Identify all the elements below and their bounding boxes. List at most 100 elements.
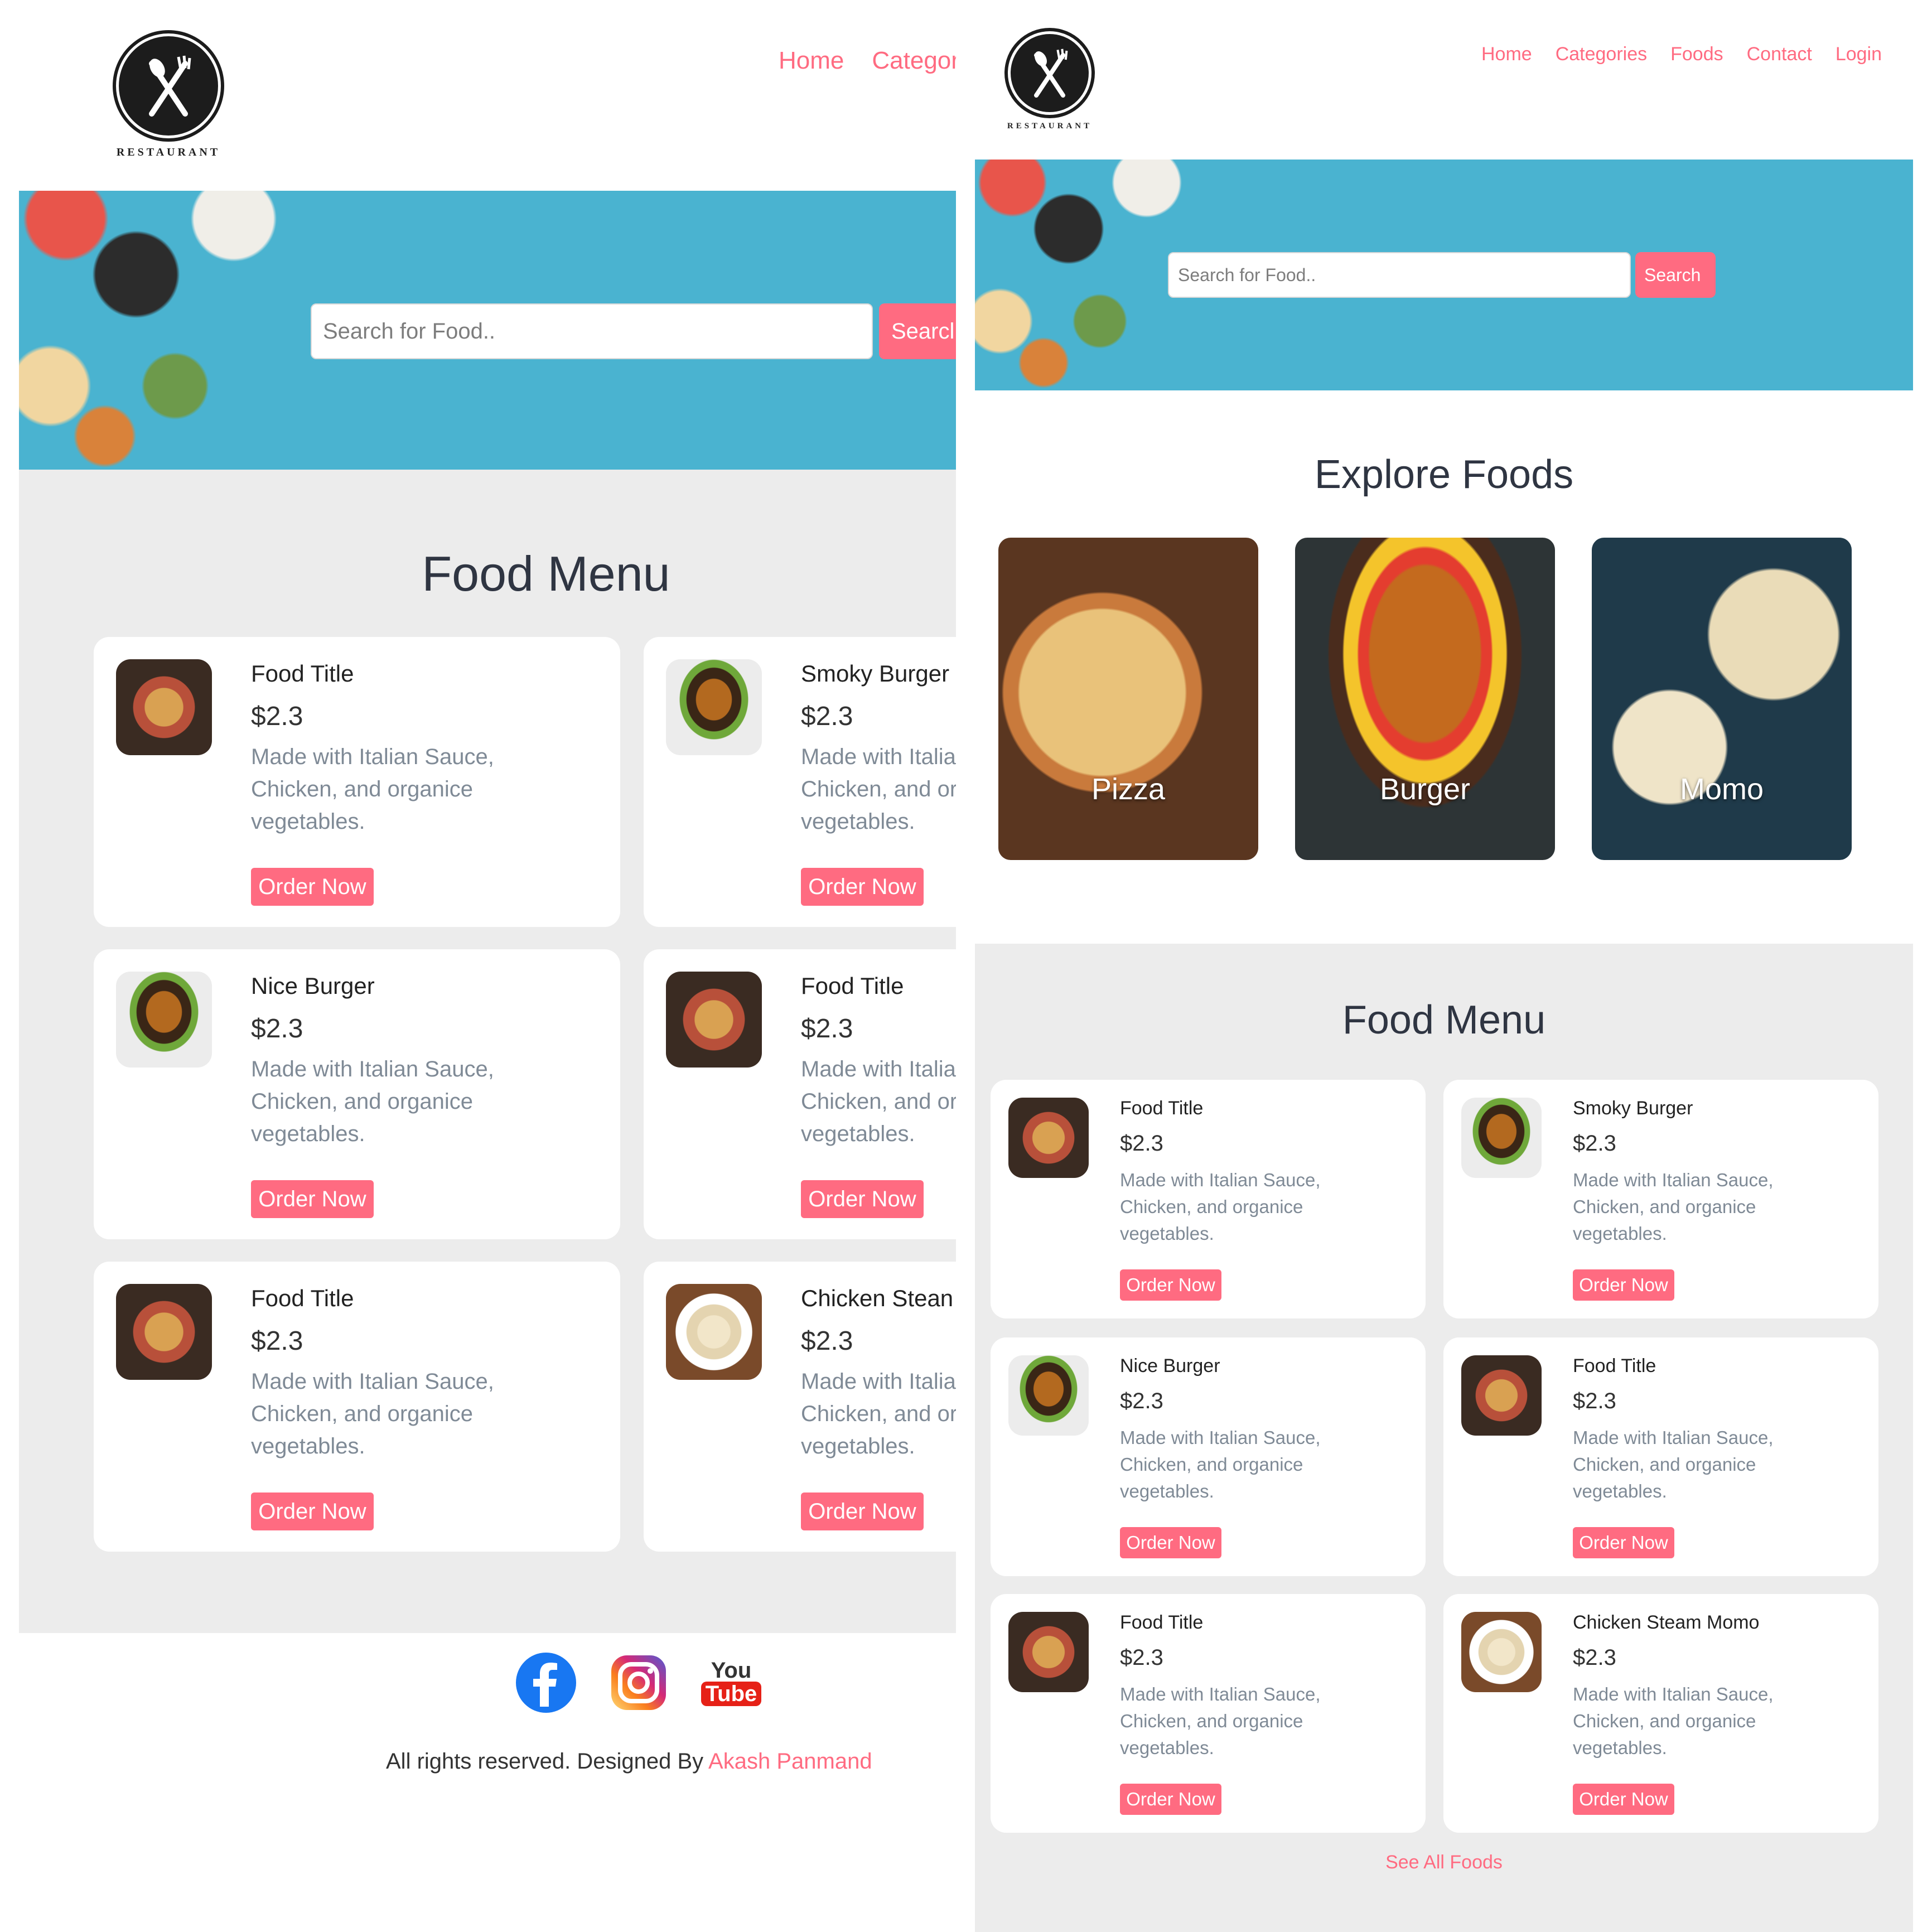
explore-foods-title: Explore Foods	[1314, 452, 1574, 497]
fork-knife-icon	[1008, 31, 1091, 115]
order-now-button[interactable]: Order Now	[251, 1180, 374, 1218]
food-card: Nice Burger $2.3 Made with Italian Sauce…	[991, 1337, 1426, 1576]
fork-knife-icon	[116, 33, 221, 138]
author-link[interactable]: Akash Panmand	[708, 1749, 872, 1774]
search-input[interactable]: Search for Food..	[1168, 252, 1631, 298]
food-price: $2.3	[1573, 1389, 1616, 1413]
food-card: Nice Burger $2.3 Made with Italian Sauce…	[94, 949, 620, 1239]
mobile-view-panel: RESTAURANT Home Categor Search for Food.…	[19, 0, 956, 1932]
food-title: Food Title	[1120, 1098, 1204, 1119]
order-now-button[interactable]: Order Now	[1120, 1269, 1221, 1301]
facebook-icon[interactable]	[515, 1652, 577, 1713]
hero-banner: Search for Food.. Search	[975, 160, 1913, 390]
food-price: $2.3	[1573, 1131, 1616, 1156]
food-card: Food Title $2.3 Made with Italian Sauce,…	[991, 1594, 1426, 1833]
food-card: Chicken Stean $2.3 Made with Italian Sau…	[644, 1262, 956, 1552]
food-image	[116, 659, 212, 755]
food-image	[1461, 1098, 1542, 1178]
copyright-text: All rights reserved. Designed By Akash P…	[386, 1749, 872, 1774]
logo-text: RESTAURANT	[1007, 122, 1093, 131]
food-card: Smoky Burger $2.3 Made with Italian Sauc…	[1443, 1080, 1878, 1318]
food-title: Chicken Stean	[801, 1285, 954, 1311]
food-image	[1008, 1098, 1089, 1178]
category-card-momo[interactable]: Momo	[1592, 538, 1852, 860]
food-image	[116, 1284, 212, 1380]
explore-foods-section: Explore Foods Pizza Burger Momo	[975, 390, 1913, 944]
food-title: Nice Burger	[1120, 1355, 1220, 1376]
food-image	[1461, 1612, 1542, 1692]
desktop-view-panel: RESTAURANT Home Categories Foods Contact…	[975, 0, 1913, 1932]
instagram-icon[interactable]	[608, 1652, 669, 1713]
nav-login[interactable]: Login	[1836, 44, 1882, 65]
food-card: Food Title $2.3 Made with Italian Sauce,…	[1443, 1337, 1878, 1576]
food-description: Made with Italian Sauce, Chicken, and or…	[1573, 1427, 1774, 1501]
food-description: Made with Italian Sauce, Chicken, and or…	[1573, 1170, 1774, 1244]
order-now-button[interactable]: Order Now	[1120, 1784, 1221, 1815]
food-card: Food Title $2.3 Made with Italian Sauce,…	[644, 949, 956, 1239]
food-description: Made with Italian Sauce, Chicken, and or…	[1120, 1170, 1321, 1244]
food-description: Made with Italian Sauce, Chicken, and or…	[1573, 1684, 1774, 1758]
search-button[interactable]: Searcl	[879, 303, 956, 359]
footer: You Tube All rights reserved. Designed B…	[19, 1633, 956, 1932]
food-card: Food Title $2.3 Made with Italian Sauce,…	[94, 1262, 620, 1552]
food-image	[1461, 1355, 1542, 1436]
food-title: Food Title	[251, 1285, 354, 1311]
youtube-tube-text: Tube	[701, 1682, 762, 1706]
restaurant-logo[interactable]: RESTAURANT	[1005, 31, 1094, 131]
see-all-foods-link[interactable]: See All Foods	[975, 1852, 1913, 1873]
nav-home[interactable]: Home	[779, 47, 844, 75]
food-price: $2.3	[251, 702, 303, 731]
order-now-button[interactable]: Order Now	[801, 1180, 924, 1218]
food-price: $2.3	[251, 1326, 303, 1356]
restaurant-logo[interactable]: RESTAURANT	[113, 33, 224, 159]
search-button[interactable]: Search	[1635, 252, 1716, 298]
food-image	[1008, 1612, 1089, 1692]
category-card-burger[interactable]: Burger	[1295, 538, 1555, 860]
food-title: Food Title	[801, 973, 904, 999]
food-description: Made with Italian Sauce, Chicken, and or…	[251, 745, 494, 834]
order-now-button[interactable]: Order Now	[251, 1493, 374, 1530]
food-card: Food Title $2.3 Made with Italian Sauce,…	[991, 1080, 1426, 1318]
food-description: Made with Italian Sauce, Chicken, and or…	[1120, 1427, 1321, 1501]
order-now-button[interactable]: Order Now	[1573, 1269, 1674, 1301]
food-card: Smoky Burger $2.3 Made with Italian Sauc…	[644, 637, 956, 927]
food-menu-section: Food Menu Food Title $2.3 Made with Ital…	[19, 470, 956, 1633]
top-nav: Home Categories Foods Contact Login	[1481, 44, 1882, 65]
food-description: Made with Italian Sauce, Chicken, and or…	[251, 1057, 494, 1146]
nav-foods[interactable]: Foods	[1670, 44, 1723, 65]
food-title: Smoky Burger	[1573, 1098, 1693, 1119]
top-nav: Home Categor	[779, 47, 956, 75]
food-menu-title: Food Menu	[422, 546, 670, 601]
category-label: Burger	[1379, 772, 1471, 806]
food-image	[116, 972, 212, 1068]
order-now-button[interactable]: Order Now	[1573, 1784, 1674, 1815]
food-description: Made with Italian Sauce, Chicken, and or…	[801, 1057, 956, 1146]
food-title: Nice Burger	[251, 973, 375, 999]
food-price: $2.3	[1120, 1645, 1163, 1670]
food-price: $2.3	[801, 1326, 853, 1356]
food-image	[666, 1284, 762, 1380]
food-title: Food Title	[251, 660, 354, 687]
nav-contact[interactable]: Contact	[1747, 44, 1812, 65]
food-price: $2.3	[1120, 1131, 1163, 1156]
youtube-icon[interactable]: You Tube	[701, 1652, 762, 1713]
order-now-button[interactable]: Order Now	[251, 868, 374, 906]
food-description: Made with Italian Sauce, Chicken, and or…	[801, 745, 956, 834]
food-description: Made with Italian Sauce, Chicken, and or…	[801, 1369, 956, 1458]
order-now-button[interactable]: Order Now	[801, 1493, 924, 1530]
category-label: Pizza	[1091, 772, 1166, 806]
food-title: Food Title	[1573, 1355, 1656, 1376]
hero-banner: Search for Food.. Searcl	[19, 191, 956, 470]
category-card-pizza[interactable]: Pizza	[998, 538, 1258, 860]
order-now-button[interactable]: Order Now	[1120, 1527, 1221, 1558]
food-title: Chicken Steam Momo	[1573, 1612, 1760, 1633]
food-price: $2.3	[801, 1014, 853, 1044]
category-label: Momo	[1679, 772, 1764, 806]
order-now-button[interactable]: Order Now	[801, 868, 924, 906]
search-input[interactable]: Search for Food..	[311, 303, 873, 359]
nav-home[interactable]: Home	[1481, 44, 1532, 65]
nav-categories[interactable]: Categor	[872, 47, 956, 75]
food-card: Chicken Steam Momo $2.3 Made with Italia…	[1443, 1594, 1878, 1833]
nav-categories[interactable]: Categories	[1556, 44, 1647, 65]
order-now-button[interactable]: Order Now	[1573, 1527, 1674, 1558]
